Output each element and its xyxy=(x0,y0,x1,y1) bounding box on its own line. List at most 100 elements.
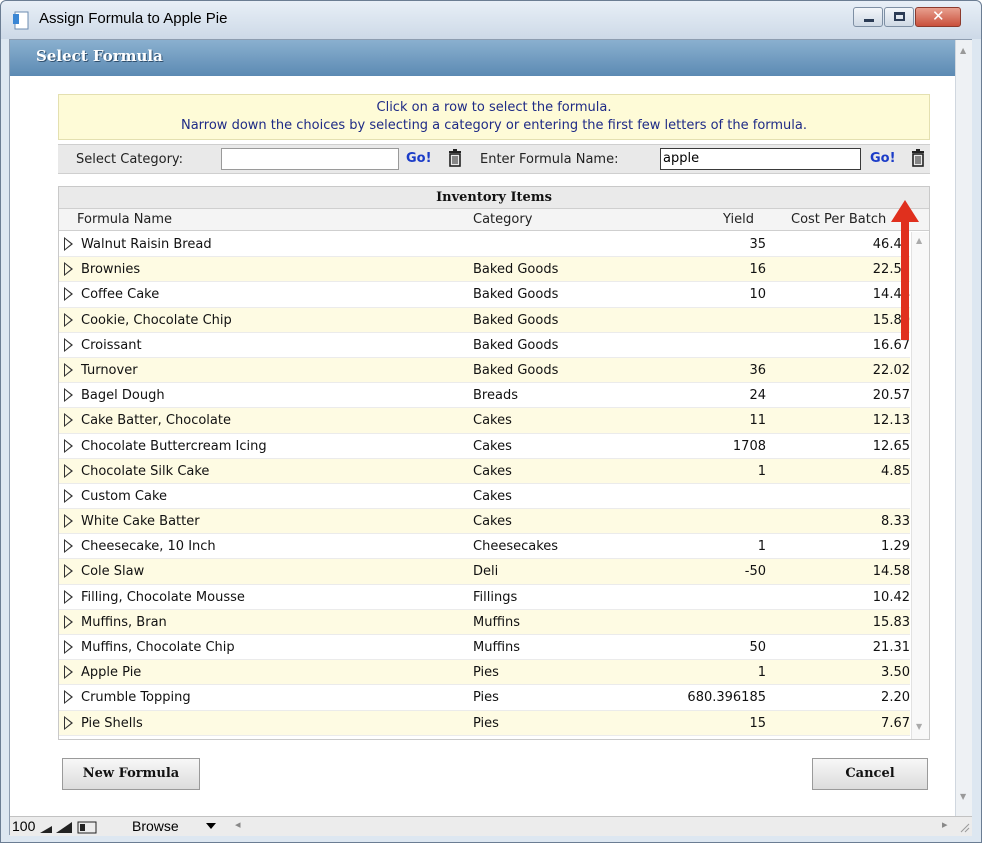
cell-cost-per-batch: 12.65 xyxy=(872,438,910,454)
table-row[interactable]: Cheesecake, 10 Inch Cheesecakes 1 1.29 xyxy=(59,534,910,560)
expand-triangle-icon[interactable] xyxy=(64,438,73,453)
zoom-level[interactable]: 100 xyxy=(12,818,35,834)
expand-triangle-icon[interactable] xyxy=(64,640,73,654)
hscroll-left-icon[interactable]: ◂ xyxy=(235,818,241,831)
cell-yield: 36 xyxy=(749,362,766,378)
expand-triangle-icon[interactable] xyxy=(64,539,73,554)
cell-cost-per-batch: 8.33 xyxy=(881,514,910,530)
cell-yield: 1 xyxy=(757,539,766,555)
column-header-name[interactable]: Formula Name xyxy=(77,212,172,227)
column-header-category[interactable]: Category xyxy=(473,212,532,227)
cell-category: Muffins xyxy=(473,640,521,655)
expand-triangle-icon[interactable] xyxy=(64,589,73,604)
expand-triangle-icon[interactable] xyxy=(64,337,73,352)
cell-yield: 15 xyxy=(749,715,766,731)
expand-triangle-icon[interactable] xyxy=(64,665,73,680)
table-row[interactable]: Crumble Topping Pies 680.396185 2.20 xyxy=(59,685,910,711)
expand-triangle-icon[interactable] xyxy=(64,262,73,277)
cell-category: Cakes xyxy=(473,438,512,454)
table-row[interactable]: Cake Batter, Chocolate Cakes 11 12.13 xyxy=(59,408,910,434)
table-row[interactable]: Turnover Baked Goods 36 22.02 xyxy=(59,357,910,384)
table-row[interactable]: Chocolate Buttercream Icing Cakes 1708 12.6… xyxy=(59,434,910,459)
expand-triangle-icon[interactable] xyxy=(64,388,73,403)
cell-cost-per-batch: 1.29 xyxy=(881,539,910,555)
expand-triangle-icon[interactable] xyxy=(64,312,73,327)
close-button[interactable]: ✕ xyxy=(915,7,961,27)
cell-formula-name: Cheesecake, 10 Inch xyxy=(81,539,216,555)
expand-triangle-icon[interactable] xyxy=(64,362,73,377)
table-row[interactable]: Croissant Baked Goods 16.67 xyxy=(59,333,910,358)
maximize-button[interactable] xyxy=(884,7,914,27)
cell-category: Pies xyxy=(473,690,499,706)
cell-yield: 50 xyxy=(749,640,766,655)
cell-yield: 24 xyxy=(749,388,766,404)
category-go-button[interactable]: Go! xyxy=(406,151,432,166)
table-row[interactable]: Filling, Chocolate Mousse Fillings 10.42 xyxy=(59,585,910,610)
cell-formula-name: White Cake Batter xyxy=(81,514,200,530)
cell-cost-per-batch: 21.31 xyxy=(872,640,910,655)
table-row[interactable]: Cole Slaw Deli -50 14.58 xyxy=(59,559,910,585)
table-row[interactable]: Cookie, Chocolate Chip Baked Goods 15.80 xyxy=(59,307,910,333)
annotation-arrow-icon xyxy=(891,200,919,340)
scroll-up-icon[interactable]: ▲ xyxy=(960,46,966,55)
table-row[interactable]: Muffins, Bran Muffins 15.83 xyxy=(59,609,910,635)
cell-formula-name: Muffins, Bran xyxy=(81,614,167,630)
cancel-button[interactable]: Cancel xyxy=(812,758,928,790)
table-row[interactable]: Pie Shells Pies 15 7.67 xyxy=(59,710,910,736)
dialog-header: Select Formula xyxy=(10,40,955,76)
new-formula-button[interactable]: New Formula xyxy=(62,758,200,790)
table-row[interactable]: Custom Cake Cakes xyxy=(59,484,910,510)
mode-selector[interactable]: Browse xyxy=(132,818,179,834)
expand-triangle-icon[interactable] xyxy=(64,614,73,629)
resize-grip-icon[interactable] xyxy=(958,821,970,833)
cell-formula-name: Coffee Cake xyxy=(81,287,160,303)
cell-category: Cakes xyxy=(473,413,512,429)
expand-triangle-icon[interactable] xyxy=(64,463,73,478)
table-row[interactable]: Apple Pie Pies 1 3.50 xyxy=(59,660,910,686)
category-input[interactable] xyxy=(221,148,399,170)
close-icon: ✕ xyxy=(932,7,945,25)
cell-formula-name: Cake Batter, Chocolate xyxy=(81,413,231,429)
table-row[interactable]: Coffee Cake Baked Goods 10 14.44 xyxy=(59,282,910,308)
mode-dropdown-icon[interactable] xyxy=(206,823,216,829)
table-row[interactable]: Muffins, Chocolate Chip Muffins 50 21.31 xyxy=(59,635,910,661)
zoom-controls[interactable] xyxy=(38,820,128,834)
cell-category: Baked Goods xyxy=(473,337,559,353)
formula-name-go-button[interactable]: Go! xyxy=(870,151,896,166)
expand-triangle-icon[interactable] xyxy=(64,715,73,730)
cell-cost-per-batch: 12.13 xyxy=(872,413,910,429)
table-row[interactable]: White Cake Batter Cakes 8.33 xyxy=(59,509,910,535)
cell-category: Cakes xyxy=(473,514,512,530)
expand-triangle-icon[interactable] xyxy=(64,514,73,529)
expand-triangle-icon[interactable] xyxy=(64,413,73,428)
table-row[interactable]: Brownies Baked Goods 16 22.55 xyxy=(59,257,910,283)
table-row[interactable]: Walnut Raisin Bread 35 46.42 xyxy=(59,232,910,258)
formula-name-input[interactable]: apple xyxy=(660,148,861,170)
expand-triangle-icon[interactable] xyxy=(64,237,73,251)
hscroll-right-icon[interactable]: ▸ xyxy=(942,818,948,831)
trash-icon[interactable] xyxy=(448,149,462,167)
cell-formula-name: Cookie, Chocolate Chip xyxy=(81,312,232,328)
minimize-button[interactable] xyxy=(853,7,883,27)
table-row[interactable]: Bagel Dough Breads 24 20.57 xyxy=(59,383,910,409)
cell-formula-name: Bagel Dough xyxy=(81,388,165,404)
scroll-down-icon[interactable]: ▼ xyxy=(960,792,966,801)
expand-triangle-icon[interactable] xyxy=(64,690,73,705)
trash-icon[interactable] xyxy=(911,149,925,167)
zoom-out-icon xyxy=(40,826,52,833)
column-header-yield[interactable]: Yield xyxy=(723,212,754,227)
formula-table: Inventory Items Formula Name Category Yi… xyxy=(58,186,930,740)
table-row[interactable]: Chocolate Silk Cake Cakes 1 4.85 xyxy=(59,458,910,484)
cell-category: Fillings xyxy=(473,589,518,605)
expand-triangle-icon[interactable] xyxy=(64,287,73,302)
window-vertical-scrollbar[interactable]: ▲ ▼ xyxy=(955,40,972,816)
expand-triangle-icon[interactable] xyxy=(64,488,73,503)
table-scroll-down-icon[interactable]: ▼ xyxy=(916,722,922,731)
cell-yield: 1 xyxy=(757,665,766,681)
column-header-cost[interactable]: Cost Per Batch xyxy=(791,212,886,227)
cell-formula-name: Brownies xyxy=(81,262,141,278)
cell-cost-per-batch: 15.83 xyxy=(872,614,910,630)
cell-cost-per-batch: 2.20 xyxy=(881,690,910,706)
cell-category: Pies xyxy=(473,665,499,681)
expand-triangle-icon[interactable] xyxy=(64,564,73,579)
